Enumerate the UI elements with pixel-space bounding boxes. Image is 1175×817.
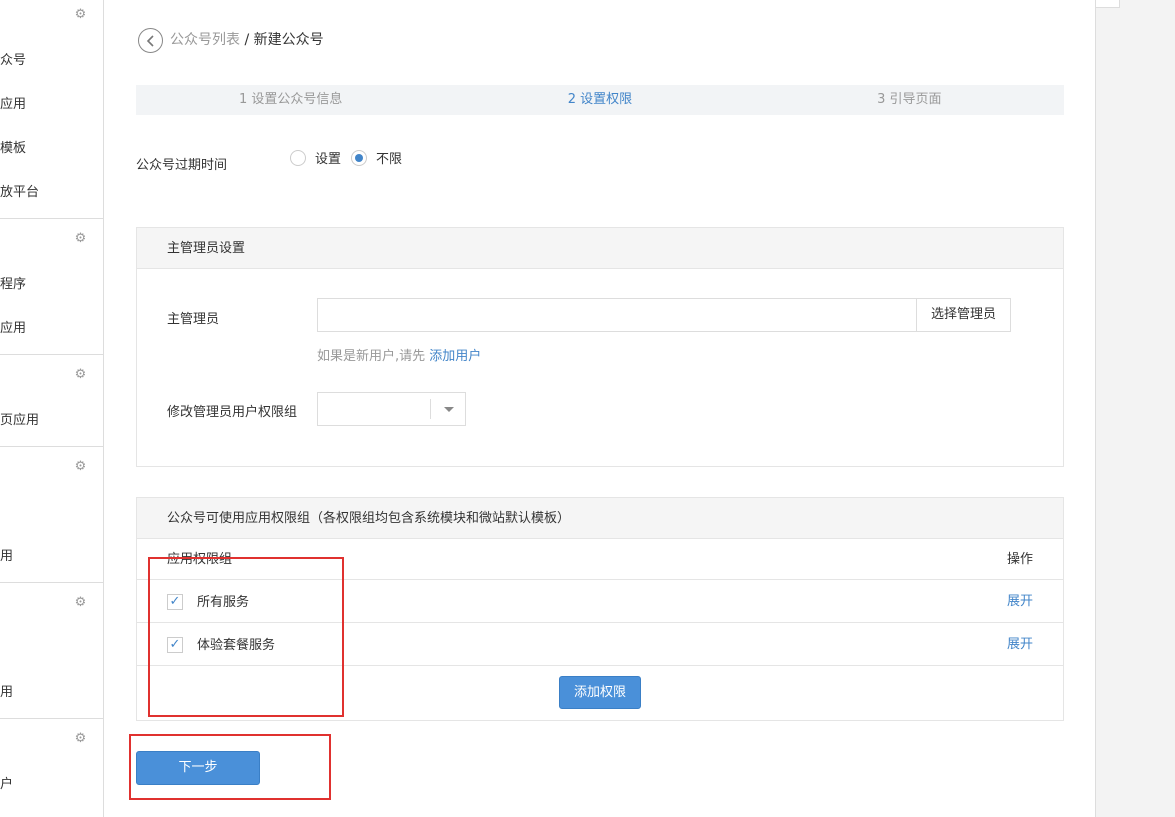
perm-checkbox[interactable]: ✓ [167,637,183,653]
select-admin-button[interactable]: 选择管理员 [916,298,1011,332]
sidebar: ⚙ 众号 应用 模板 放平台 ⚙ 程序 应用 ⚙ 页应用 ⚙ 用 ⚙ 用 ⚙ 户 [0,0,104,817]
back-button[interactable] [138,28,163,53]
sidebar-item[interactable]: 户 [0,777,13,793]
sidebar-divider [0,218,103,219]
right-panel [1095,0,1175,817]
admin-hint-text: 如果是新用户,请先 [317,349,426,364]
col-header-group: 应用权限组 [167,552,233,567]
sidebar-item[interactable]: 用 [0,549,13,565]
sidebar-item[interactable]: 众号 [0,53,26,69]
perm-panel-title: 公众号可使用应用权限组（各权限组均包含系统模块和微站默认模板） [137,498,1063,539]
sidebar-item[interactable]: 应用 [0,321,26,337]
caret-down-icon [444,407,454,412]
breadcrumb-parent-link[interactable]: 公众号列表 [170,32,240,48]
perm-table-header: 应用权限组 操作 [137,539,1063,580]
admin-group-select[interactable] [317,392,466,426]
sidebar-item[interactable]: 页应用 [0,413,39,429]
add-permission-button[interactable]: 添加权限 [559,676,641,709]
admin-panel: 主管理员设置 主管理员 选择管理员 如果是新用户,请先 添加用户 修改管理员用户… [136,227,1064,467]
sidebar-item[interactable]: 模板 [0,141,26,157]
gear-icon[interactable]: ⚙ [74,8,87,21]
perm-checkbox[interactable]: ✓ [167,594,183,610]
admin-group-label: 修改管理员用户权限组 [167,405,298,420]
gear-icon[interactable]: ⚙ [74,460,87,473]
sidebar-divider [0,446,103,447]
expand-link[interactable]: 展开 [1007,623,1033,666]
breadcrumb-separator: / [244,32,250,48]
expand-link[interactable]: 展开 [1007,580,1033,623]
table-row: ✓ 体验套餐服务 展开 [137,623,1063,666]
chevron-left-icon [146,34,154,47]
admin-input[interactable] [317,298,917,332]
expiry-radio-unlimited-label[interactable]: 不限 [376,148,402,167]
perm-name: 体验套餐服务 [197,638,276,653]
select-divider [430,399,431,419]
step-3: 3 引导页面 [877,92,942,107]
admin-panel-title: 主管理员设置 [137,228,1063,269]
sidebar-item[interactable]: 用 [0,685,13,701]
expiry-label: 公众号过期时间 [136,158,228,173]
step-1: 1 设置公众号信息 [238,92,343,107]
gear-icon[interactable]: ⚙ [74,596,87,609]
expiry-radio-set-label[interactable]: 设置 [315,148,341,167]
gear-icon[interactable]: ⚙ [74,368,87,381]
expiry-radio-set[interactable] [290,149,306,166]
table-row: ✓ 所有服务 展开 [137,580,1063,623]
step-bar: 1 设置公众号信息 2 设置权限 3 引导页面 [136,85,1064,115]
sidebar-item[interactable]: 程序 [0,277,26,293]
col-header-action: 操作 [1006,552,1033,567]
sidebar-divider [0,354,103,355]
perm-panel: 公众号可使用应用权限组（各权限组均包含系统模块和微站默认模板） 应用权限组 操作… [136,497,1064,721]
sidebar-item[interactable]: 放平台 [0,185,39,201]
add-perm-row: 添加权限 [137,666,1063,720]
right-panel-tab [1095,0,1120,8]
sidebar-divider [0,718,103,719]
step-2: 2 设置权限 [567,92,633,107]
admin-label: 主管理员 [167,312,220,327]
next-step-button[interactable]: 下一步 [136,751,260,785]
expiry-radio-unlimited[interactable] [351,149,368,166]
perm-name: 所有服务 [197,595,250,610]
sidebar-divider [0,582,103,583]
add-user-link[interactable]: 添加用户 [429,349,481,364]
breadcrumb-current: 新建公众号 [253,32,324,48]
admin-hint: 如果是新用户,请先 添加用户 [317,345,481,364]
gear-icon[interactable]: ⚙ [74,232,87,245]
expiry-radio-group: 设置 不限 [290,148,412,167]
gear-icon[interactable]: ⚙ [74,732,87,745]
sidebar-item[interactable]: 应用 [0,97,26,113]
breadcrumb: 公众号列表 / 新建公众号 [170,31,324,49]
